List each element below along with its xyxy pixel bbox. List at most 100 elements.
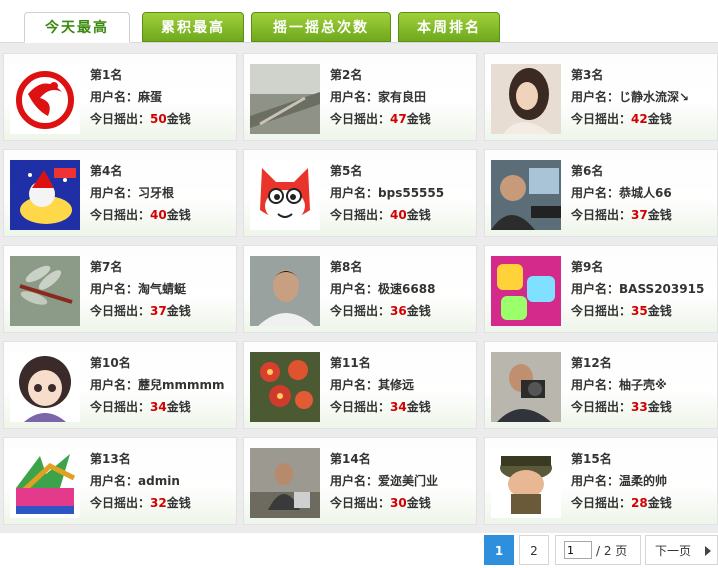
page-total: / 2 页 xyxy=(596,544,628,558)
rank-card: 第3名用户名：じ静水流深↘ 今日摇出：42金钱 xyxy=(484,53,718,141)
username[interactable]: 恭城人66 xyxy=(619,186,672,200)
amount-label: 今日摇出： xyxy=(90,112,151,126)
rank-info: 第5名 用户名：bps55555 今日摇出：40金钱 xyxy=(330,160,444,226)
rank-label: 第14名 xyxy=(330,452,371,466)
arrow-right-icon xyxy=(705,546,711,556)
amount-label: 今日摇出： xyxy=(330,496,391,510)
username-row: 用户名：柚子壳※ xyxy=(571,374,672,396)
user-avatar[interactable] xyxy=(250,160,320,230)
username[interactable]: 淘气蜻蜓 xyxy=(138,282,186,296)
username[interactable]: 藶兒mmmmm xyxy=(138,378,225,392)
amount-label: 今日摇出： xyxy=(330,208,391,222)
tab-bar: 今天最高 累积最高 摇一摇总次数 本周排名 xyxy=(0,0,718,43)
amount-unit: 金钱 xyxy=(406,400,431,414)
rank-label: 第13名 xyxy=(90,452,131,466)
amount-value: 28 xyxy=(631,496,648,510)
rank-card: 第8名 用户名：极速6688 今日摇出：36金钱 xyxy=(243,245,477,333)
username[interactable]: bps55555 xyxy=(378,186,444,200)
amount-row: 今日摇出：37金钱 xyxy=(571,204,672,226)
user-avatar[interactable] xyxy=(10,64,80,134)
amount-label: 今日摇出： xyxy=(330,400,391,414)
rank-info: 第13名 用户名：admin 今日摇出：32金钱 xyxy=(90,448,191,514)
username[interactable]: 极速6688 xyxy=(378,282,435,296)
tab-total-shakes[interactable]: 摇一摇总次数 xyxy=(251,12,391,42)
username-row: 用户名：じ静水流深↘ xyxy=(571,86,689,108)
rank-label: 第5名 xyxy=(330,164,363,178)
amount-label: 今日摇出： xyxy=(90,304,151,318)
rank-card: 第9名 用户名：BASS203915 今日摇出：35金钱 xyxy=(484,245,718,333)
username-label: 用户名： xyxy=(90,282,139,296)
user-avatar[interactable] xyxy=(250,352,320,422)
amount-row: 今日摇出：34金钱 xyxy=(90,396,225,418)
amount-unit: 金钱 xyxy=(166,496,191,510)
username-label: 用户名： xyxy=(571,474,620,488)
amount-label: 今日摇出： xyxy=(571,208,632,222)
user-avatar[interactable] xyxy=(250,256,320,326)
username[interactable]: 爱迩美门业 xyxy=(378,474,438,488)
rank-card: 第7名 用户名：淘气蜻蜓 今日摇出：37金钱 xyxy=(3,245,237,333)
user-avatar[interactable] xyxy=(491,352,561,422)
username-row: 用户名：麻蛋 xyxy=(90,86,191,108)
amount-unit: 金钱 xyxy=(647,208,672,222)
username[interactable]: admin xyxy=(138,474,180,488)
tab-today-highest[interactable]: 今天最高 xyxy=(24,12,130,43)
username[interactable]: じ静水流深↘ xyxy=(619,90,689,104)
username-label: 用户名： xyxy=(330,282,379,296)
amount-unit: 金钱 xyxy=(166,112,191,126)
user-avatar[interactable] xyxy=(491,64,561,134)
amount-value: 37 xyxy=(150,304,167,318)
user-avatar[interactable] xyxy=(10,256,80,326)
page-2-button[interactable]: 2 xyxy=(519,535,549,565)
username-label: 用户名： xyxy=(330,186,379,200)
rank-card: 第14名 用户名：爱迩美门业 今日摇出：30金钱 xyxy=(243,437,477,525)
rank-label: 第6名 xyxy=(571,164,604,178)
username-label: 用户名： xyxy=(330,378,379,392)
user-avatar[interactable] xyxy=(491,160,561,230)
username[interactable]: 其修远 xyxy=(378,378,414,392)
username[interactable]: 柚子壳※ xyxy=(619,378,667,392)
amount-label: 今日摇出： xyxy=(571,304,632,318)
page-1-button[interactable]: 1 xyxy=(484,535,514,565)
username[interactable]: 家有良田 xyxy=(378,90,426,104)
amount-row: 今日摇出：32金钱 xyxy=(90,492,191,514)
username-label: 用户名： xyxy=(571,378,620,392)
user-avatar[interactable] xyxy=(250,448,320,518)
tab-cumulative-highest[interactable]: 累积最高 xyxy=(142,12,244,42)
page-number-input[interactable] xyxy=(564,541,592,559)
amount-row: 今日摇出：35金钱 xyxy=(571,300,704,322)
rank-label: 第3名 xyxy=(571,68,604,82)
next-page-button[interactable]: 下一页 xyxy=(645,535,718,565)
amount-row: 今日摇出：50金钱 xyxy=(90,108,191,130)
amount-value: 34 xyxy=(390,400,407,414)
user-avatar[interactable] xyxy=(10,448,80,518)
rank-card: 第12名 用户名：柚子壳※ 今日摇出：33金钱 xyxy=(484,341,718,429)
user-avatar[interactable] xyxy=(250,64,320,134)
amount-label: 今日摇出： xyxy=(330,304,391,318)
user-avatar[interactable] xyxy=(491,256,561,326)
user-avatar[interactable] xyxy=(491,448,561,518)
amount-label: 今日摇出： xyxy=(571,496,632,510)
username-label: 用户名： xyxy=(90,90,139,104)
username[interactable]: 麻蛋 xyxy=(138,90,162,104)
amount-value: 42 xyxy=(631,112,648,126)
username-label: 用户名： xyxy=(571,186,620,200)
user-avatar[interactable] xyxy=(10,160,80,230)
username[interactable]: BASS203915 xyxy=(619,282,704,296)
user-avatar[interactable] xyxy=(10,352,80,422)
amount-row: 今日摇出：30金钱 xyxy=(330,492,438,514)
username-label: 用户名： xyxy=(90,378,139,392)
amount-value: 40 xyxy=(390,208,407,222)
rank-card: 第2名 用户名：家有良田 今日摇出：47金钱 xyxy=(243,53,477,141)
rank-card: 第1名 用户名：麻蛋 今日摇出：50金钱 xyxy=(3,53,237,141)
amount-row: 今日摇出：42金钱 xyxy=(571,108,689,130)
username-row: 用户名：习牙根 xyxy=(90,182,191,204)
username-row: 用户名：温柔的帅 xyxy=(571,470,672,492)
amount-label: 今日摇出： xyxy=(90,208,151,222)
amount-unit: 金钱 xyxy=(406,112,431,126)
next-page-label: 下一页 xyxy=(655,544,692,558)
tab-weekly-rank[interactable]: 本周排名 xyxy=(398,12,500,42)
amount-value: 34 xyxy=(150,400,167,414)
username-label: 用户名： xyxy=(571,282,620,296)
username[interactable]: 习牙根 xyxy=(138,186,174,200)
username[interactable]: 温柔的帅 xyxy=(619,474,667,488)
